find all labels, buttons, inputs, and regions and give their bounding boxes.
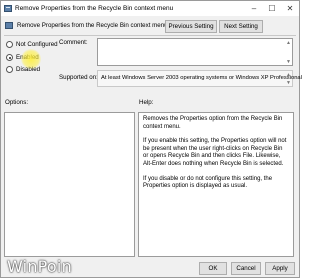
cursor-highlight xyxy=(21,49,41,69)
previous-setting-button[interactable]: Previous Setting xyxy=(165,20,217,33)
help-text: Removes the Properties option from the R… xyxy=(139,113,293,201)
scroll-down-icon[interactable]: ▼ xyxy=(285,58,292,65)
radio-button[interactable] xyxy=(6,41,13,48)
minimize-icon[interactable]: – xyxy=(245,1,263,16)
scroll-up-icon[interactable]: ▲ xyxy=(285,39,292,46)
radio-button-selected[interactable] xyxy=(6,54,13,61)
window-controls: – ☐ ✕ xyxy=(245,1,299,16)
apply-button[interactable]: Apply xyxy=(265,262,295,275)
next-setting-button[interactable]: Next Setting xyxy=(219,20,263,33)
policy-dialog: Remove Properties from the Recycle Bin c… xyxy=(0,0,302,278)
options-pane xyxy=(4,112,135,257)
supported-on-field: At least Windows Server 2003 operating s… xyxy=(97,70,302,87)
supported-on-value: At least Windows Server 2003 operating s… xyxy=(101,75,302,81)
help-paragraph: Removes the Properties option from the R… xyxy=(143,116,283,130)
ok-button[interactable]: OK xyxy=(199,262,227,275)
maximize-icon[interactable]: ☐ xyxy=(263,1,281,16)
divider xyxy=(4,35,296,36)
policy-setting-icon xyxy=(5,22,13,29)
window-title: Remove Properties from the Recycle Bin c… xyxy=(15,5,174,12)
options-label: Options: xyxy=(5,99,29,106)
comment-textarea[interactable]: ▲ ▼ xyxy=(97,38,293,66)
supported-on-label: Supported on: xyxy=(59,74,98,81)
radio-not-configured[interactable]: Not Configured xyxy=(6,41,58,48)
help-label: Help: xyxy=(139,99,154,106)
radio-button[interactable] xyxy=(6,66,13,73)
scroll-up-icon[interactable]: ▲ xyxy=(285,71,292,78)
radio-label: Not Configured xyxy=(16,41,58,48)
comment-label: Comment: xyxy=(59,39,88,46)
cancel-button[interactable]: Cancel xyxy=(231,262,261,275)
help-pane[interactable]: Removes the Properties option from the R… xyxy=(138,112,294,257)
title-bar[interactable]: Remove Properties from the Recycle Bin c… xyxy=(1,1,299,16)
help-paragraph: If you disable or do not configure this … xyxy=(143,175,273,190)
close-icon[interactable]: ✕ xyxy=(281,1,299,16)
scroll-down-icon[interactable]: ▼ xyxy=(285,79,292,86)
policy-setting-icon xyxy=(4,5,12,12)
setting-title: Remove Properties from the Recycle Bin c… xyxy=(17,22,168,29)
winpoin-watermark: WinPoin xyxy=(7,257,72,276)
help-paragraph: If you enable this setting, the Properti… xyxy=(143,138,287,167)
